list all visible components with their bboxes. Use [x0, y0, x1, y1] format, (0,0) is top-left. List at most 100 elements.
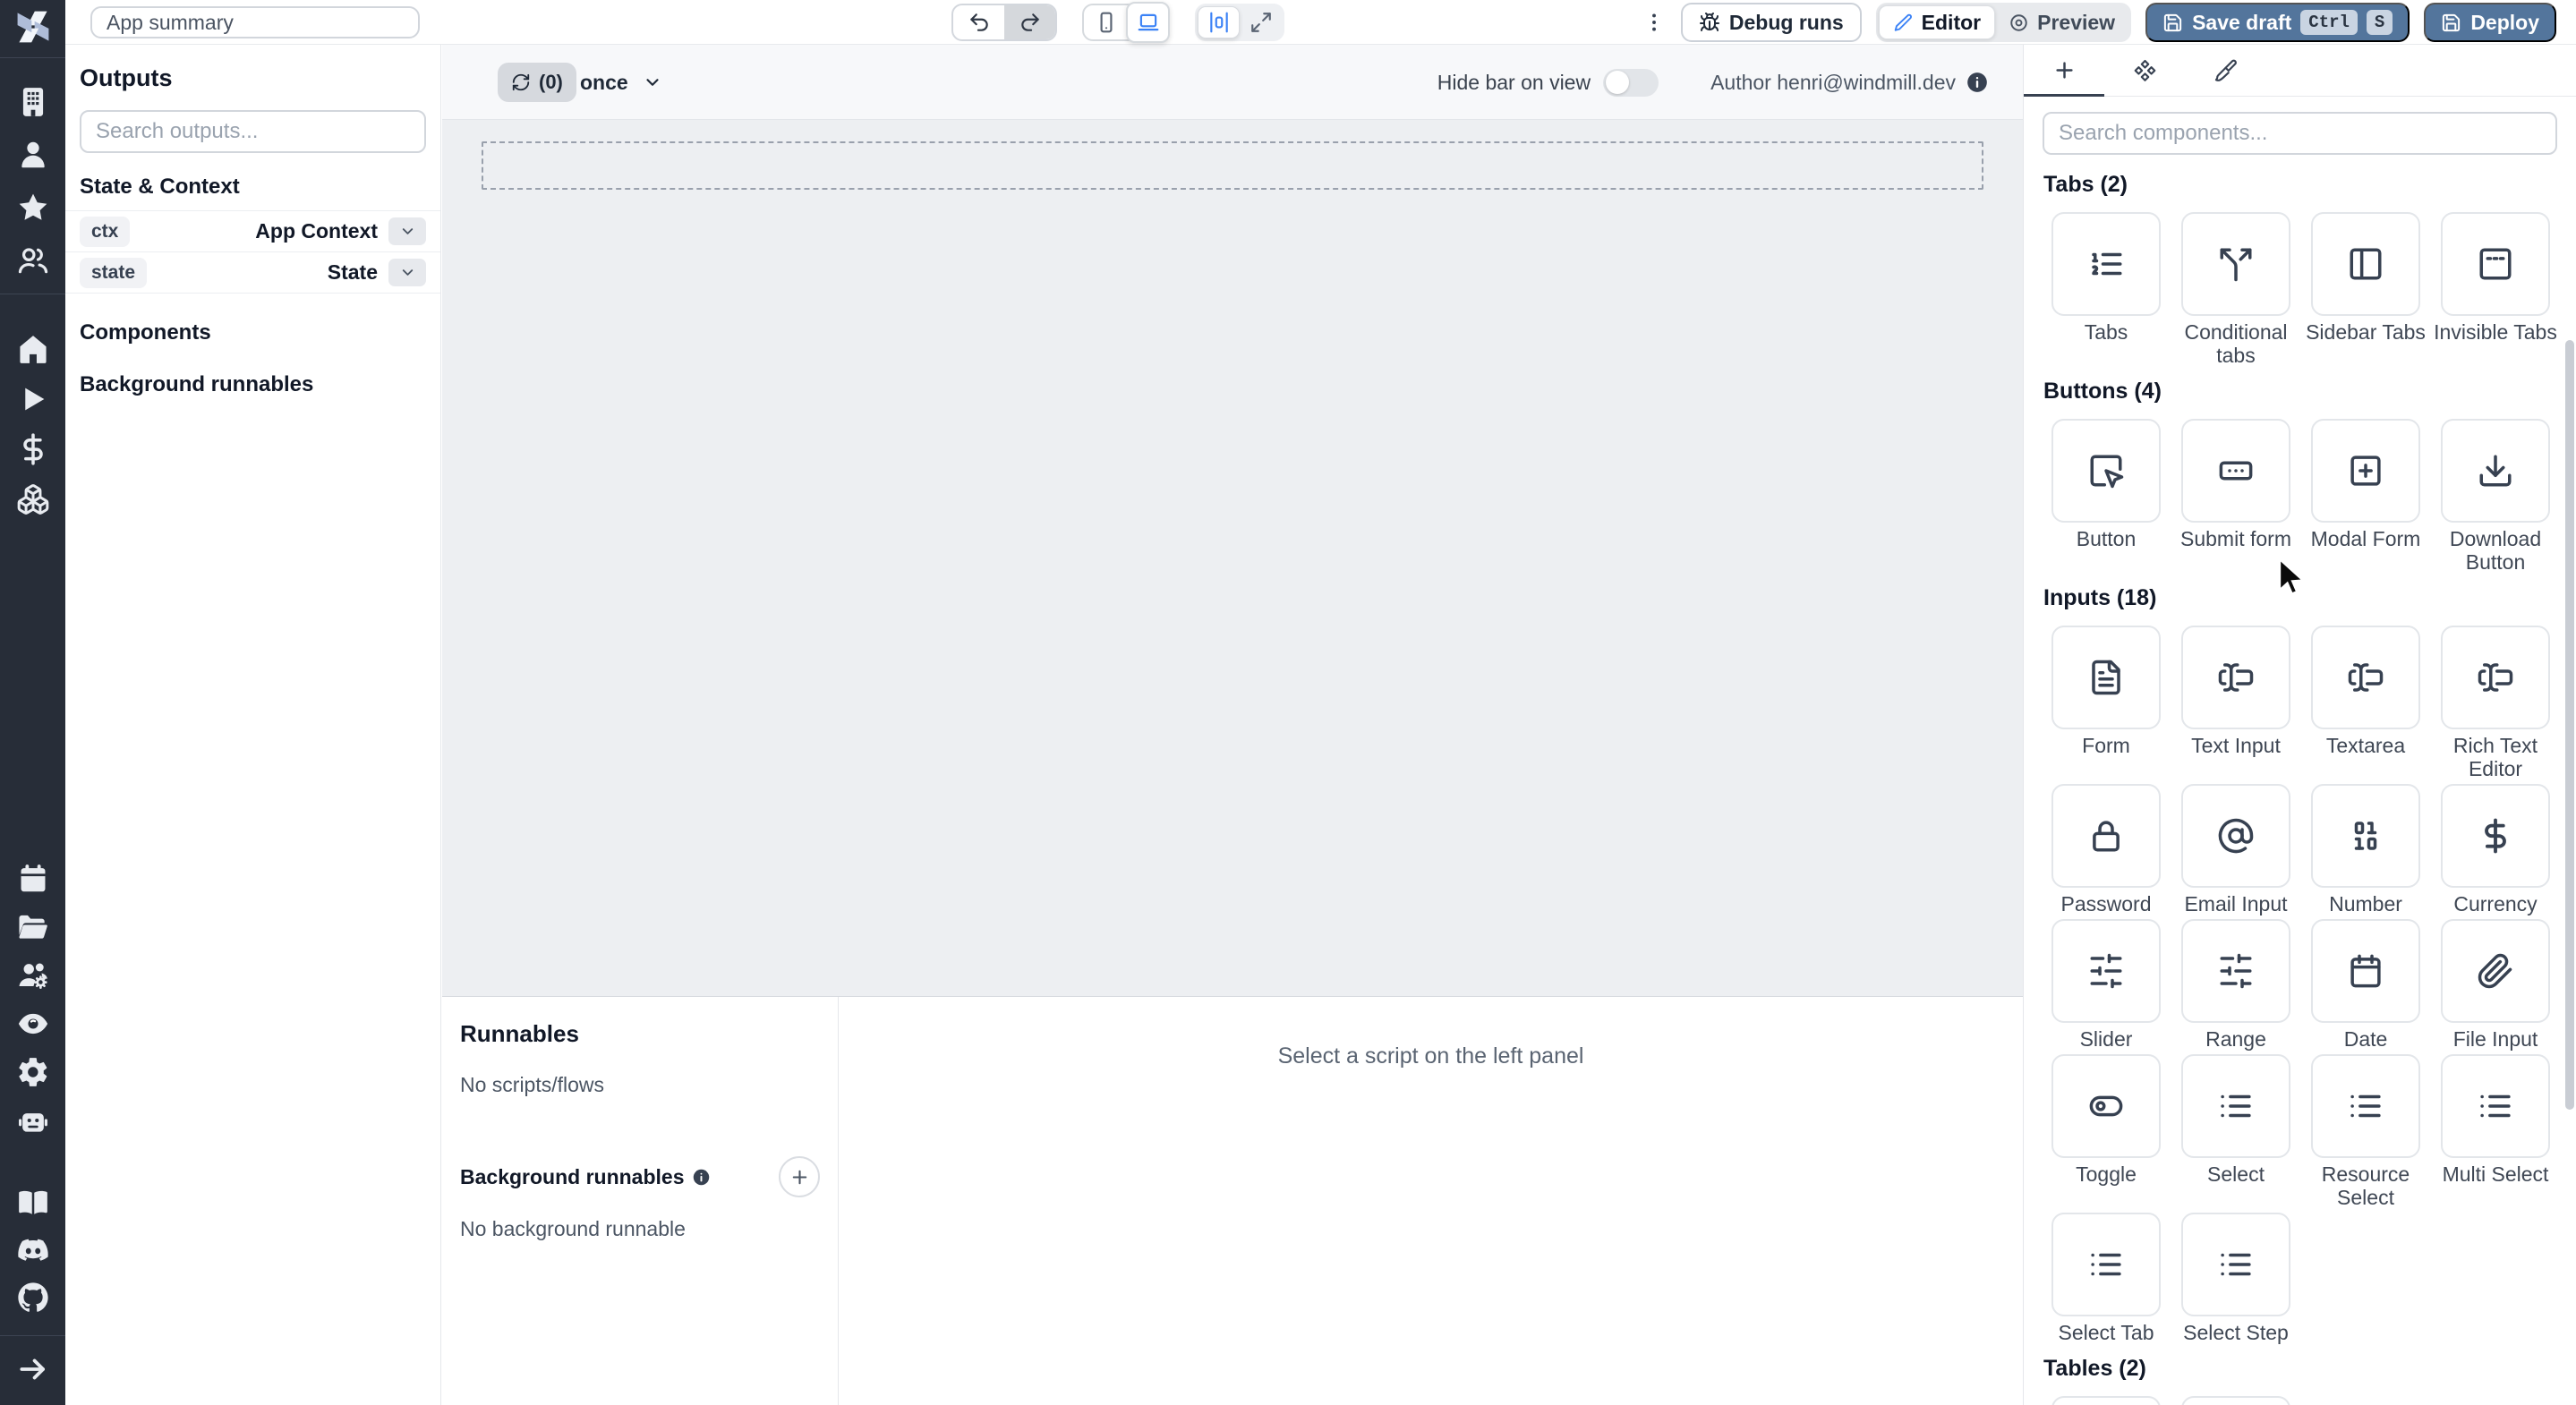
rail-button[interactable]: [13, 1052, 53, 1092]
schedule-dropdown[interactable]: once: [569, 63, 673, 102]
rail-button[interactable]: [13, 1230, 53, 1270]
component-card[interactable]: Resource Select: [2303, 1054, 2428, 1209]
debug-runs-button[interactable]: Debug runs: [1680, 3, 1862, 42]
component-card[interactable]: [2173, 1396, 2299, 1405]
rail-button[interactable]: [13, 329, 53, 369]
undo-button[interactable]: [953, 5, 1004, 39]
center-layout-button[interactable]: [1198, 6, 1240, 38]
component-card[interactable]: Text Input: [2173, 626, 2299, 780]
editor-tab[interactable]: Editor: [1878, 5, 1996, 39]
preview-tab[interactable]: Preview: [1995, 5, 2128, 39]
rail-button[interactable]: [13, 956, 53, 995]
rail-button[interactable]: [13, 1350, 53, 1389]
search-components-input[interactable]: [2043, 112, 2557, 155]
more-menu-button[interactable]: [1642, 4, 1667, 41]
tab-insert-component[interactable]: [2024, 45, 2104, 97]
components-list: Tabs (2) Tabs Conditional tabs Sidebar T…: [2024, 155, 2576, 1405]
background-runnables-heading: Background runnables: [80, 372, 314, 396]
mobile-view-button[interactable]: [1084, 4, 1128, 41]
section-title-tables: Tables (2): [2043, 1356, 2146, 1381]
info-icon[interactable]: [1966, 71, 1989, 94]
scrollbar-thumb[interactable]: [2565, 340, 2574, 1110]
component-card[interactable]: Toggle: [2043, 1054, 2169, 1209]
component-card[interactable]: Download Button: [2433, 419, 2558, 574]
undo-icon: [968, 11, 991, 34]
rail-button[interactable]: [13, 430, 53, 469]
component-card[interactable]: Conditional tabs: [2173, 212, 2299, 367]
info-icon: [692, 1168, 711, 1187]
select-script-placeholder: Select a script on the left panel: [1277, 1043, 1584, 1069]
save-icon: [2162, 13, 2183, 33]
runnables-list-pane: Runnables No scripts/flows Background ru…: [442, 997, 839, 1405]
rail-button[interactable]: [13, 859, 53, 898]
component-card[interactable]: Select Tab: [2043, 1213, 2169, 1344]
component-card[interactable]: Password: [2043, 784, 2169, 915]
component-card[interactable]: Sidebar Tabs: [2303, 212, 2428, 367]
fullwidth-layout-button[interactable]: [1240, 6, 1282, 38]
tab-settings-component[interactable]: [2104, 45, 2185, 96]
component-card[interactable]: Textarea: [2303, 626, 2428, 780]
refresh-button[interactable]: (0): [498, 63, 576, 102]
rail-button[interactable]: [13, 1278, 53, 1317]
rail-tools-group: [0, 859, 65, 1140]
layout-toggle-group: [1195, 4, 1284, 41]
rail-button[interactable]: [13, 241, 53, 280]
component-card[interactable]: [2043, 1396, 2169, 1405]
rail-button[interactable]: [13, 188, 53, 227]
rail-button[interactable]: [13, 135, 53, 175]
component-card[interactable]: Invisible Tabs: [2433, 212, 2558, 367]
component-label: Conditional tabs: [2184, 320, 2288, 367]
component-label: Sidebar Tabs: [2306, 320, 2426, 344]
redo-button[interactable]: [1004, 5, 1055, 39]
component-label: Select Tab: [2058, 1321, 2154, 1344]
rail-button[interactable]: [13, 480, 53, 519]
rail-divider: [0, 1335, 65, 1336]
deploy-button[interactable]: Deploy: [2424, 3, 2556, 42]
expand-row-button[interactable]: [388, 259, 426, 286]
component-card[interactable]: Currency: [2433, 784, 2558, 915]
component-card[interactable]: File Input: [2433, 919, 2558, 1051]
rail-button[interactable]: [13, 1101, 53, 1140]
rail-button[interactable]: [13, 82, 53, 122]
rail-button[interactable]: [13, 907, 53, 947]
component-card[interactable]: Form: [2043, 626, 2169, 780]
desktop-view-button[interactable]: [1126, 2, 1170, 43]
component-icon: [2133, 58, 2157, 82]
components-heading: Components: [80, 320, 211, 345]
component-card[interactable]: Range: [2173, 919, 2299, 1051]
book-open-icon: [16, 1186, 50, 1220]
component-card[interactable]: Rich Text Editor: [2433, 626, 2558, 780]
component-card[interactable]: Modal Form: [2303, 419, 2428, 574]
app-summary-input[interactable]: [90, 6, 420, 38]
expand-row-button[interactable]: [388, 217, 426, 245]
tab-theme[interactable]: [2185, 45, 2265, 96]
component-card[interactable]: Slider: [2043, 919, 2169, 1051]
context-row[interactable]: state State: [65, 252, 440, 294]
component-card[interactable]: Submit form: [2173, 419, 2299, 574]
rail-divider: [0, 57, 65, 58]
save-draft-button[interactable]: Save draft Ctrl S: [2145, 3, 2410, 42]
component-card[interactable]: Select Step: [2173, 1213, 2299, 1344]
arrow-right-icon: [16, 1352, 50, 1386]
rail-button[interactable]: [13, 1004, 53, 1043]
empty-component-slot[interactable]: [482, 141, 1983, 190]
component-card[interactable]: Tabs: [2043, 212, 2169, 367]
list-icon: [2217, 1246, 2255, 1283]
component-card[interactable]: Select: [2173, 1054, 2299, 1209]
rail-button[interactable]: [13, 1183, 53, 1222]
component-card[interactable]: Button: [2043, 419, 2169, 574]
binary-icon: [2347, 817, 2384, 855]
context-row[interactable]: ctx App Context: [65, 211, 440, 252]
search-outputs-input[interactable]: [80, 110, 426, 153]
component-card[interactable]: Number: [2303, 784, 2428, 915]
add-background-runnable-button[interactable]: [779, 1156, 820, 1197]
component-card[interactable]: Date: [2303, 919, 2428, 1051]
hide-bar-toggle[interactable]: [1603, 68, 1659, 97]
component-card[interactable]: Email Input: [2173, 784, 2299, 915]
component-label: Multi Select: [2442, 1162, 2549, 1186]
component-card[interactable]: Multi Select: [2433, 1054, 2558, 1209]
rail-button[interactable]: [13, 379, 53, 419]
component-label: Toggle: [2076, 1162, 2137, 1186]
background-runnables-row: Background runnables: [460, 1156, 820, 1197]
chevron-down-icon: [643, 72, 662, 92]
